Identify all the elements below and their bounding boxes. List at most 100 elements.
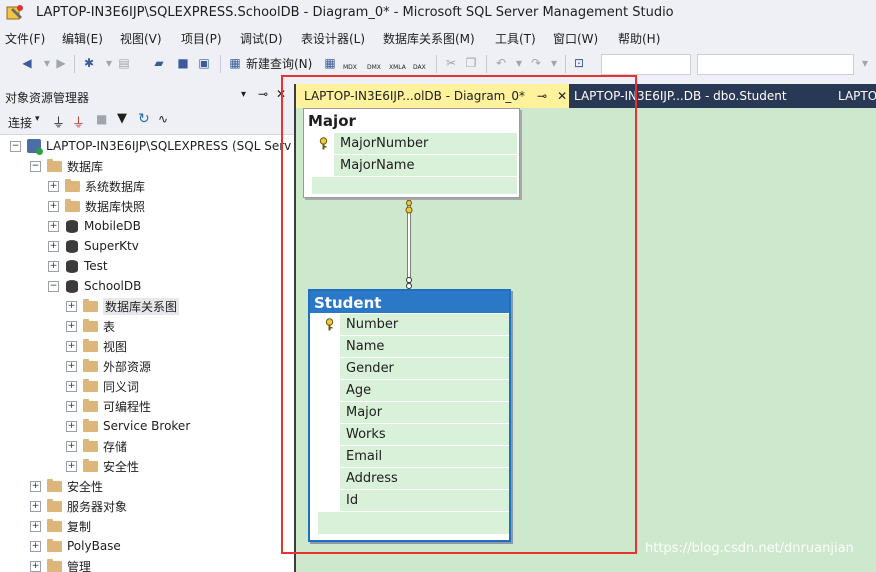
column-row[interactable]: Gender xyxy=(318,358,509,380)
menu-tools[interactable]: 工具(T) xyxy=(495,30,536,47)
tree-item-programmability[interactable]: + 可编程性 xyxy=(66,396,151,416)
expand-icon[interactable]: + xyxy=(66,300,77,312)
tab-student-table[interactable]: LAPTOP-IN3E6IJP...DB - dbo.Student xyxy=(566,84,831,108)
new-query-icon[interactable]: ▦ xyxy=(226,54,244,72)
tree-item-superktv[interactable]: + SuperKtv xyxy=(48,236,139,256)
copy-icon[interactable]: ❐ xyxy=(462,54,480,72)
tree-item-external-resources[interactable]: + 外部资源 xyxy=(66,356,151,376)
expand-icon[interactable]: + xyxy=(30,560,41,572)
expand-icon[interactable]: + xyxy=(48,200,59,212)
menu-window[interactable]: 窗口(W) xyxy=(553,30,598,47)
collapse-icon[interactable]: − xyxy=(48,280,59,292)
column-row[interactable]: Email xyxy=(318,446,509,468)
expand-icon[interactable]: + xyxy=(30,500,41,512)
menu-view[interactable]: 视图(V) xyxy=(120,30,162,47)
cut-icon[interactable]: ✂ xyxy=(442,54,460,72)
pin-icon[interactable]: ⊸ xyxy=(258,87,268,101)
expand-icon[interactable]: + xyxy=(48,240,59,252)
tab-overflow[interactable]: LAPTO xyxy=(830,84,876,108)
collapse-icon[interactable]: − xyxy=(10,140,21,152)
table-major-header[interactable]: Major xyxy=(304,109,519,133)
save-all-icon[interactable]: ▣ xyxy=(195,54,213,72)
save-icon[interactable]: ■ xyxy=(174,54,192,72)
close-icon[interactable]: ✕ xyxy=(276,87,286,101)
expand-icon[interactable]: + xyxy=(48,220,59,232)
tree-item-tables[interactable]: + 表 xyxy=(66,316,115,336)
new-column-row[interactable] xyxy=(318,512,509,534)
tab-diagram[interactable]: LAPTOP-IN3E6IJP...olDB - Diagram_0* ⊸ ✕ xyxy=(296,84,569,108)
dax-query-button[interactable]: DAX xyxy=(413,64,426,71)
expand-icon[interactable]: + xyxy=(66,320,77,332)
expand-icon[interactable]: + xyxy=(66,440,77,452)
column-row[interactable]: Address xyxy=(318,468,509,490)
expand-icon[interactable]: + xyxy=(48,260,59,272)
diagram-layout-icon[interactable]: ⊡ xyxy=(570,54,588,72)
expand-icon[interactable]: + xyxy=(66,420,77,432)
collapse-icon[interactable]: − xyxy=(30,160,41,172)
table-major[interactable]: Major MajorNumber MajorName xyxy=(303,108,520,198)
tree-item-database-snapshots[interactable]: + 数据库快照 xyxy=(48,196,145,216)
tree-item-db-security[interactable]: + 安全性 xyxy=(66,456,139,476)
refresh-icon[interactable]: ↻ xyxy=(138,111,150,127)
connect-icon[interactable]: ⏚ xyxy=(52,112,65,131)
undo-dropdown-icon[interactable]: ▾ xyxy=(510,54,528,72)
table-student[interactable]: Student Number Name Gender Age Major Wor… xyxy=(308,289,511,542)
tree-item-schooldb[interactable]: − SchoolDB xyxy=(48,276,141,296)
column-row[interactable]: Id xyxy=(318,490,509,512)
connect-dropdown-icon[interactable]: ▾ xyxy=(35,114,40,124)
menu-debug[interactable]: 调试(D) xyxy=(240,30,283,47)
expand-icon[interactable]: + xyxy=(66,400,77,412)
menu-edit[interactable]: 编辑(E) xyxy=(62,30,103,47)
column-row[interactable]: MajorName xyxy=(312,155,517,177)
new-column-row[interactable] xyxy=(312,177,517,194)
undo-icon[interactable]: ↶ xyxy=(492,54,510,72)
redo-dropdown-icon[interactable]: ▾ xyxy=(545,54,563,72)
open-folder-icon[interactable]: ▰ xyxy=(150,54,168,72)
redo-icon[interactable]: ↷ xyxy=(527,54,545,72)
tree-item-database-diagrams[interactable]: + 数据库关系图 xyxy=(66,296,180,316)
diagram-canvas[interactable]: Major MajorNumber MajorName Student Numb… xyxy=(296,108,876,572)
xmla-query-button[interactable]: XMLA xyxy=(389,64,406,71)
column-row[interactable]: Age xyxy=(318,380,509,402)
forward-icon[interactable]: ▶ xyxy=(52,54,70,72)
tree-item-storage[interactable]: + 存储 xyxy=(66,436,127,456)
tree-item-server[interactable]: − LAPTOP-IN3E6IJP\SQLEXPRESS (SQL Server xyxy=(10,136,292,156)
column-row[interactable]: Name xyxy=(318,336,509,358)
expand-icon[interactable]: + xyxy=(30,520,41,532)
tree-item-databases[interactable]: − 数据库 xyxy=(30,156,103,176)
mdx-query-button[interactable]: MDX xyxy=(343,64,357,71)
stop-icon[interactable]: ■ xyxy=(96,112,107,126)
menu-file[interactable]: 文件(F) xyxy=(5,30,45,47)
expand-icon[interactable]: + xyxy=(48,180,59,192)
menu-help[interactable]: 帮助(H) xyxy=(618,30,660,47)
combo-dropdown-icon[interactable]: ▾ xyxy=(856,54,874,72)
column-row[interactable]: Works xyxy=(318,424,509,446)
tree-item-replication[interactable]: + 复制 xyxy=(30,516,91,536)
tree-item-system-databases[interactable]: + 系统数据库 xyxy=(48,176,145,196)
expand-icon[interactable]: + xyxy=(30,480,41,492)
solution-config-combo[interactable] xyxy=(601,54,691,75)
menu-table-designer[interactable]: 表设计器(L) xyxy=(301,30,365,47)
tree-item-synonyms[interactable]: + 同义词 xyxy=(66,376,139,396)
expand-icon[interactable]: + xyxy=(66,460,77,472)
disconnect-icon[interactable]: ⏚ xyxy=(72,112,85,131)
connect-button[interactable]: 连接 xyxy=(8,114,32,131)
database-engine-query-icon[interactable]: ▦ xyxy=(321,54,339,72)
dmx-query-button[interactable]: DMX xyxy=(367,64,381,71)
expand-icon[interactable]: + xyxy=(30,540,41,552)
activity-monitor-icon[interactable]: ∿ xyxy=(158,112,168,126)
table-student-header[interactable]: Student xyxy=(310,291,509,313)
tree-item-test[interactable]: + Test xyxy=(48,256,108,276)
pin-icon[interactable]: ⊸ xyxy=(537,89,547,103)
column-row[interactable]: Major xyxy=(318,402,509,424)
tree-item-management[interactable]: + 管理 xyxy=(30,556,91,572)
back-icon[interactable]: ◀ xyxy=(18,54,36,72)
new-query-button[interactable]: 新建查询(N) xyxy=(246,55,312,72)
tree-item-mobiledb[interactable]: + MobileDB xyxy=(48,216,141,236)
database-combo[interactable] xyxy=(697,54,854,75)
add-item-icon[interactable]: ▤ xyxy=(115,54,133,72)
filter-icon[interactable]: ▼ xyxy=(117,111,127,126)
menu-project[interactable]: 项目(P) xyxy=(181,30,222,47)
relationship-connector[interactable] xyxy=(396,196,422,292)
column-row[interactable]: MajorNumber xyxy=(312,133,517,155)
